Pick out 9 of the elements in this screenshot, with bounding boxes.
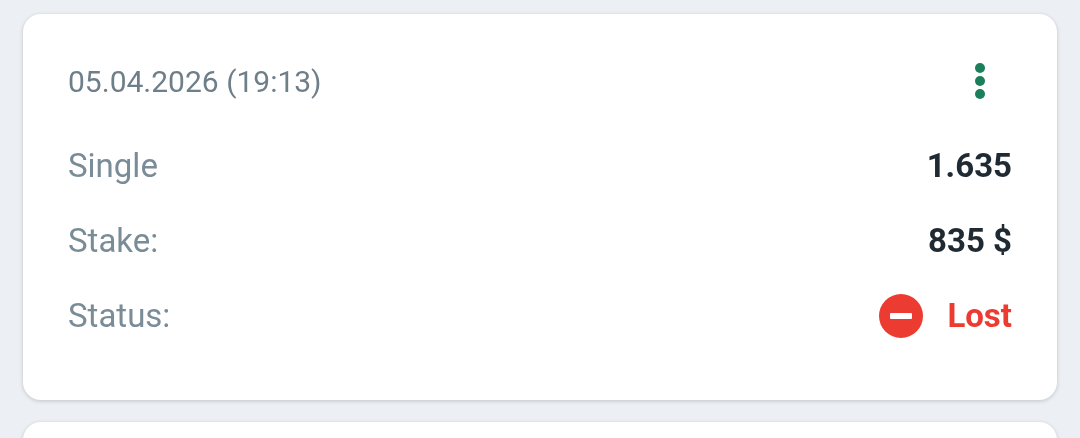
row-label: Single [68, 146, 158, 185]
bet-date: 05.04.2026 (19:13) [68, 63, 322, 99]
more-options-icon[interactable] [974, 63, 986, 99]
minus-circle-icon [879, 293, 924, 338]
status-value: Lost [947, 296, 1012, 335]
row-label: Status: [68, 296, 171, 335]
row-label: Stake: [68, 221, 159, 260]
row-value: 835 $ [928, 221, 1012, 260]
row-value: 1.635 [926, 146, 1012, 185]
